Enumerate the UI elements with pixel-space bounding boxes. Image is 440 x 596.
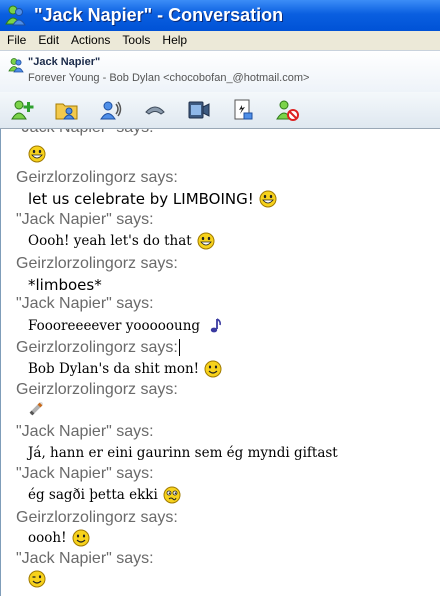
contact-name[interactable]: "Jack Napier" — [28, 56, 100, 68]
sender-line: Geirzlorzolingorz says: — [16, 509, 178, 526]
title-bar[interactable]: "Jack Napier" - Conversation — [0, 0, 440, 31]
message-text: let us celebrate by LIMBOING! — [28, 190, 254, 208]
smile-emoticon — [204, 360, 222, 378]
call-phone-icon[interactable] — [142, 97, 168, 123]
sender-line: "Jack Napier" says: — [16, 423, 154, 440]
conversation-history[interactable]: "Jack Napier" says: Geirzlorzolingorz sa… — [0, 129, 440, 596]
message-text-row: *limboes* — [28, 276, 102, 294]
grin-emoticon — [259, 190, 277, 208]
message-text-row: oooh! — [28, 529, 90, 547]
message-text-row: Oooh! yeah let's do that — [28, 232, 215, 250]
text-cursor — [178, 339, 180, 357]
sender-line: "Jack Napier" says: — [16, 465, 154, 482]
messenger-buddy-icon — [4, 4, 28, 28]
wink-emoticon — [28, 570, 46, 588]
message-text-row: Já, hann er eini gaurinn sem ég myndi gi… — [28, 445, 338, 461]
cigarette-emoticon — [28, 399, 46, 417]
sender-line: "Jack Napier" says: — [16, 550, 154, 567]
message-text: ég sagði þetta ekki — [28, 487, 158, 503]
menu-edit[interactable]: Edit — [32, 31, 65, 50]
contact-personal-message: Forever Young - Bob Dylan <chocobofan_@h… — [28, 72, 310, 84]
message-text-row: Foooreeeever yoooooung — [28, 317, 223, 335]
smile-emoticon — [72, 529, 90, 547]
grin-emoticon — [28, 145, 46, 163]
video-icon[interactable] — [186, 97, 212, 123]
grin-emoticon — [197, 232, 215, 250]
message-text-row: ég sagði þetta ekki — [28, 486, 181, 504]
menu-file[interactable]: File — [1, 31, 32, 50]
sender-line: "Jack Napier" says: — [16, 295, 154, 312]
message-text-row: let us celebrate by LIMBOING! — [28, 190, 277, 208]
sender-line: Geirzlorzolingorz says: — [16, 255, 178, 272]
menu-bar: File Edit Actions Tools Help — [0, 31, 440, 50]
invite-contact-icon[interactable] — [10, 97, 36, 123]
sender-line: Geirzlorzolingorz says: — [16, 381, 178, 398]
message-text: Oooh! yeah let's do that — [28, 233, 192, 249]
sender-line: Geirzlorzolingorz says: — [16, 339, 180, 357]
menu-actions[interactable]: Actions — [65, 31, 116, 50]
contact-header: "Jack Napier" Forever Young - Bob Dylan … — [0, 50, 440, 92]
menu-tools[interactable]: Tools — [116, 31, 156, 50]
window-title: "Jack Napier" - Conversation — [34, 5, 284, 25]
confused-emoticon — [163, 486, 181, 504]
block-contact-icon[interactable] — [274, 97, 300, 123]
send-files-icon[interactable] — [54, 97, 80, 123]
voice-icon[interactable] — [98, 97, 124, 123]
sender-line: "Jack Napier" says: — [16, 211, 154, 228]
message-text: Foooreeeever yoooooung — [28, 318, 201, 334]
message-text: oooh! — [28, 530, 67, 546]
music-note-emoticon — [205, 317, 223, 335]
message-text: *limboes* — [28, 276, 102, 294]
message-text-row: Bob Dylan's da shit mon! — [28, 360, 222, 378]
toolbar — [0, 92, 440, 129]
contact-status-icon — [8, 57, 24, 73]
message-text: Já, hann er eini gaurinn sem ég myndi gi… — [28, 445, 338, 461]
sender-line: "Jack Napier" says: — [16, 129, 154, 137]
sender-line: Geirzlorzolingorz says: — [16, 169, 178, 186]
activities-icon[interactable] — [230, 97, 256, 123]
menu-help[interactable]: Help — [156, 31, 193, 50]
message-text: Bob Dylan's da shit mon! — [28, 361, 200, 377]
